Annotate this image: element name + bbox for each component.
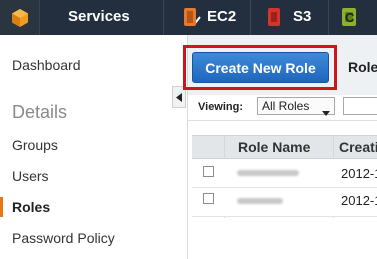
s3-label: S3: [293, 8, 312, 25]
aws-logo-icon[interactable]: [0, 0, 40, 35]
dropdown-arrow-icon: [322, 104, 330, 120]
row-checkbox[interactable]: [203, 193, 214, 204]
search-input[interactable]: [343, 97, 377, 115]
services-menu[interactable]: Services: [50, 0, 201, 35]
sidebar: Dashboard Details Groups Users Roles Pas…: [0, 35, 176, 259]
cloudformation-shortcut[interactable]: C: [338, 0, 377, 35]
column-header-creation-time[interactable]: Creati: [339, 139, 377, 155]
cloudformation-label: C: [345, 10, 355, 25]
redacted-role-name: [237, 170, 299, 176]
services-label: Services: [68, 8, 130, 25]
ec2-label: EC2: [207, 8, 237, 25]
sidebar-item-users[interactable]: Users: [12, 168, 49, 184]
divider: [163, 0, 164, 35]
creation-date: 2012-1: [341, 166, 377, 181]
s3-shortcut[interactable]: S3: [262, 0, 322, 35]
sidebar-item-password-policy[interactable]: Password Policy: [12, 230, 115, 246]
row-checkbox[interactable]: [203, 166, 214, 177]
viewing-select-value: All Roles: [262, 99, 310, 113]
sidebar-heading-details: Details: [12, 102, 68, 122]
s3-icon: [267, 7, 281, 32]
top-nav-bar: Services EC2 S3 C: [0, 0, 377, 35]
role-actions-menu[interactable]: Role: [348, 59, 377, 75]
sidebar-item-groups[interactable]: Groups: [12, 137, 58, 153]
ec2-shortcut[interactable]: EC2: [175, 0, 245, 35]
viewing-label: Viewing:: [198, 101, 244, 113]
ec2-icon: [183, 7, 197, 32]
redacted-role-name: [237, 198, 283, 204]
active-indicator: [0, 197, 3, 217]
viewing-select[interactable]: All Roles: [257, 97, 335, 116]
creation-date: 2012-1: [341, 193, 377, 208]
sidebar-item-dashboard[interactable]: Dashboard: [12, 57, 81, 73]
divider: [250, 0, 251, 35]
highlight-annotation: [183, 45, 337, 90]
divider: [328, 0, 329, 35]
column-header-role-name[interactable]: Role Name: [238, 139, 310, 155]
sidebar-item-roles[interactable]: Roles: [12, 199, 50, 215]
